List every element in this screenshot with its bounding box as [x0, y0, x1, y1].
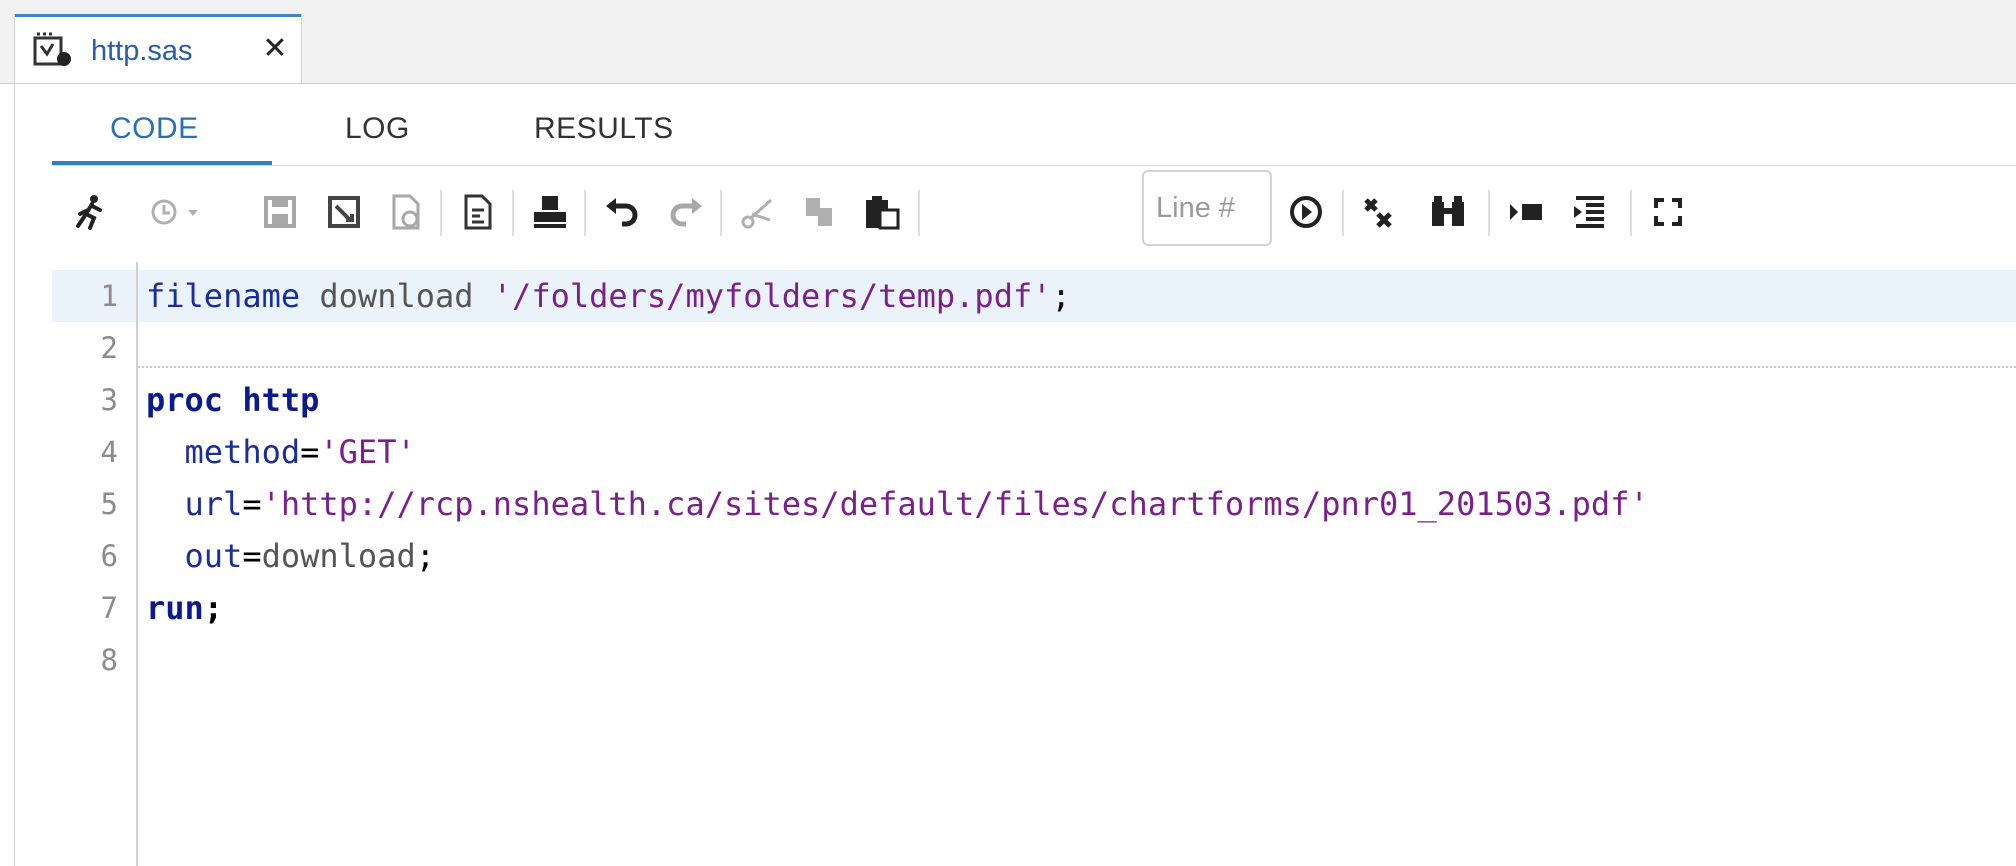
tabs-divider: [52, 165, 2016, 166]
file-tab-accent: [15, 14, 301, 17]
save-all-icon[interactable]: [386, 192, 426, 232]
line-number: 3: [100, 383, 118, 417]
tab-results[interactable]: RESULTS: [534, 112, 674, 146]
line-content: filename download '/folders/myfolders/te…: [146, 277, 1071, 315]
code-line-5[interactable]: 5 url='http://rcp.nshealth.ca/sites/defa…: [52, 478, 2016, 530]
print-icon[interactable]: [530, 192, 570, 232]
save-icon[interactable]: [260, 192, 300, 232]
run-icon[interactable]: [70, 192, 110, 232]
code-line-3[interactable]: 3 proc http: [52, 374, 2016, 426]
editor-tab-strip: http.sas ✕: [0, 0, 2016, 84]
code-line-7[interactable]: 7 run;: [52, 582, 2016, 634]
code-editor[interactable]: 1 filename download '/folders/myfolders/…: [52, 262, 2016, 866]
code-line-8[interactable]: 8: [52, 634, 2016, 686]
line-number: 4: [100, 435, 118, 469]
find-replace-icon[interactable]: [1428, 192, 1468, 232]
code-toolbar: Line #: [52, 170, 2016, 256]
clear-code-icon[interactable]: [1360, 192, 1400, 232]
cut-icon[interactable]: [738, 192, 778, 232]
format-code-icon[interactable]: [458, 192, 498, 232]
file-tab-title: http.sas: [91, 35, 193, 67]
go-to-line-icon[interactable]: [1286, 192, 1326, 232]
go-to-line-input[interactable]: Line #: [1142, 170, 1272, 246]
line-content: method='GET': [184, 433, 416, 471]
maximize-icon[interactable]: [1648, 192, 1688, 232]
redo-icon[interactable]: [666, 192, 706, 232]
close-tab-icon[interactable]: ✕: [259, 33, 291, 65]
line-content: proc http: [146, 381, 320, 419]
line-number: 5: [100, 487, 118, 521]
line-number: 1: [100, 279, 118, 313]
line-content: url='http://rcp.nshealth.ca/sites/defaul…: [184, 485, 1649, 523]
line-content: out=download;: [184, 537, 435, 575]
gutter-divider: [136, 262, 138, 866]
code-line-1[interactable]: 1 filename download '/folders/myfolders/…: [52, 270, 2016, 322]
tab-code[interactable]: CODE: [110, 112, 199, 146]
copy-icon[interactable]: [800, 192, 840, 232]
line-number: 8: [100, 643, 118, 677]
undo-icon[interactable]: [602, 192, 642, 232]
paste-icon[interactable]: [862, 192, 902, 232]
view-tabs: CODE LOG RESULTS: [52, 100, 2016, 166]
indent-icon[interactable]: [1570, 192, 1610, 232]
line-number: 6: [100, 539, 118, 573]
tab-strip-border: [0, 83, 2016, 84]
step-boundary-divider: [138, 366, 2016, 368]
code-line-6[interactable]: 6 out=download;: [52, 530, 2016, 582]
line-number: 7: [100, 591, 118, 625]
line-number: 2: [100, 331, 118, 365]
insert-snippet-icon[interactable]: [1506, 192, 1546, 232]
line-content: run;: [146, 589, 224, 627]
panel-left-border: [14, 84, 15, 866]
file-tab-http-sas[interactable]: http.sas ✕: [14, 14, 302, 84]
code-line-4[interactable]: 4 method='GET': [52, 426, 2016, 478]
history-icon[interactable]: [148, 192, 204, 232]
sas-program-file-icon: [33, 32, 73, 68]
save-as-icon[interactable]: [324, 192, 364, 232]
tab-log[interactable]: LOG: [345, 112, 410, 146]
